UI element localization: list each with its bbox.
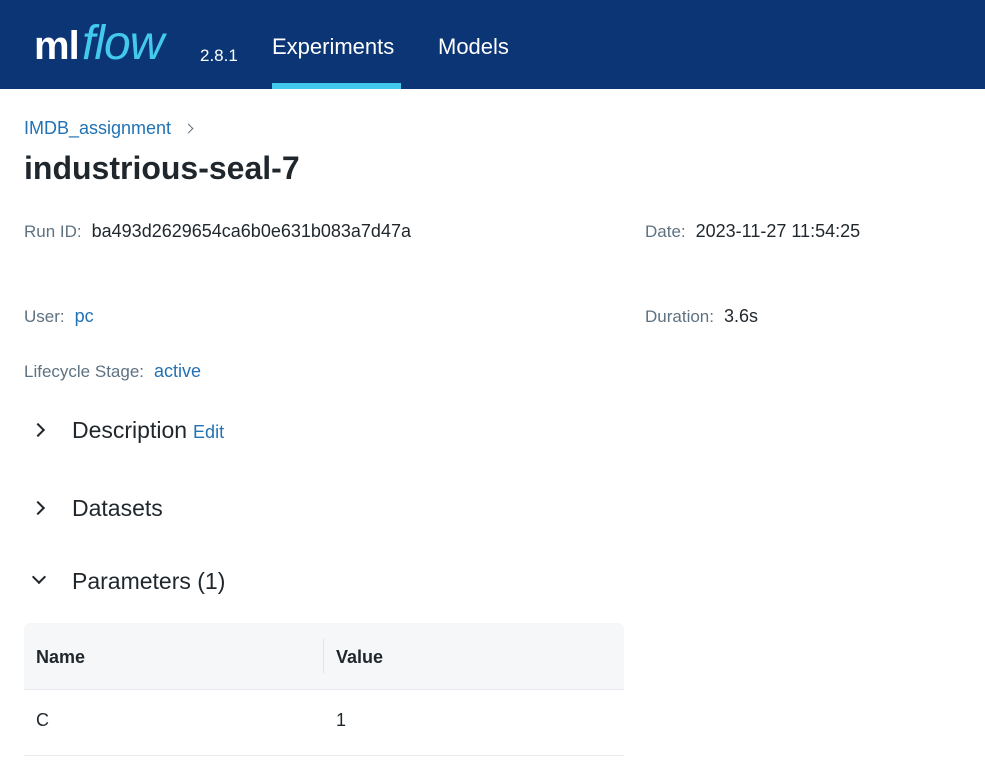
breadcrumb-experiment-link[interactable]: IMDB_assignment <box>24 118 171 139</box>
datasets-title: Datasets <box>72 494 163 521</box>
run-id-row: Run ID: ba493d2629654ca6b0e631b083a7d47a <box>24 221 411 242</box>
user-label: User: <box>24 307 65 326</box>
param-value-cell: 1 <box>336 710 347 730</box>
chevron-right-icon <box>183 123 194 134</box>
mlflow-logo[interactable]: ml flow 2.8.1 <box>34 12 238 76</box>
run-id-value: ba493d2629654ca6b0e631b083a7d47a <box>91 221 411 241</box>
nav-tab-models[interactable]: Models <box>438 34 509 60</box>
top-nav-bar: ml flow 2.8.1 Experiments Models <box>0 0 985 89</box>
version-label: 2.8.1 <box>200 46 238 65</box>
column-header-value[interactable]: Value <box>336 647 383 668</box>
page-title: industrious-seal-7 <box>24 150 300 186</box>
duration-label: Duration: <box>645 307 714 326</box>
parameters-section-header[interactable]: Parameters (1) <box>24 565 225 597</box>
date-value: 2023-11-27 11:54:25 <box>695 221 861 241</box>
description-title: Description <box>72 416 188 443</box>
chevron-right-icon[interactable] <box>24 492 56 524</box>
logo-flow-text: flow <box>82 17 164 70</box>
table-row: C 1 <box>24 690 624 756</box>
chevron-down-icon[interactable] <box>24 565 56 597</box>
active-tab-indicator <box>272 83 401 89</box>
lifecycle-row: Lifecycle Stage: active <box>24 361 201 382</box>
breadcrumb: IMDB_assignment <box>24 118 194 139</box>
datasets-section-header[interactable]: Datasets <box>24 492 163 524</box>
description-edit-link[interactable]: Edit <box>193 422 224 443</box>
nav-tab-experiments[interactable]: Experiments <box>272 34 394 60</box>
parameters-title: Parameters (1) <box>72 567 226 594</box>
chevron-right-icon[interactable] <box>24 414 56 446</box>
date-label: Date: <box>645 222 686 241</box>
duration-value: 3.6s <box>723 306 759 326</box>
run-id-label: Run ID: <box>24 222 82 241</box>
date-row: Date: 2023-11-27 11:54:25 <box>645 221 860 242</box>
lifecycle-label: Lifecycle Stage: <box>24 362 145 381</box>
table-header: Name Value <box>24 623 624 690</box>
user-link[interactable]: pc <box>75 306 94 327</box>
lifecycle-value[interactable]: active <box>154 361 201 382</box>
user-row: User: pc <box>24 306 94 327</box>
column-divider[interactable] <box>323 639 324 673</box>
logo-ml-text: ml <box>34 24 80 68</box>
parameters-table: Name Value C 1 <box>24 623 624 756</box>
column-header-name[interactable]: Name <box>36 647 85 668</box>
duration-row: Duration: 3.6s <box>645 306 758 327</box>
description-section-header[interactable]: Description Edit <box>24 414 224 446</box>
param-name-cell: C <box>36 710 49 730</box>
